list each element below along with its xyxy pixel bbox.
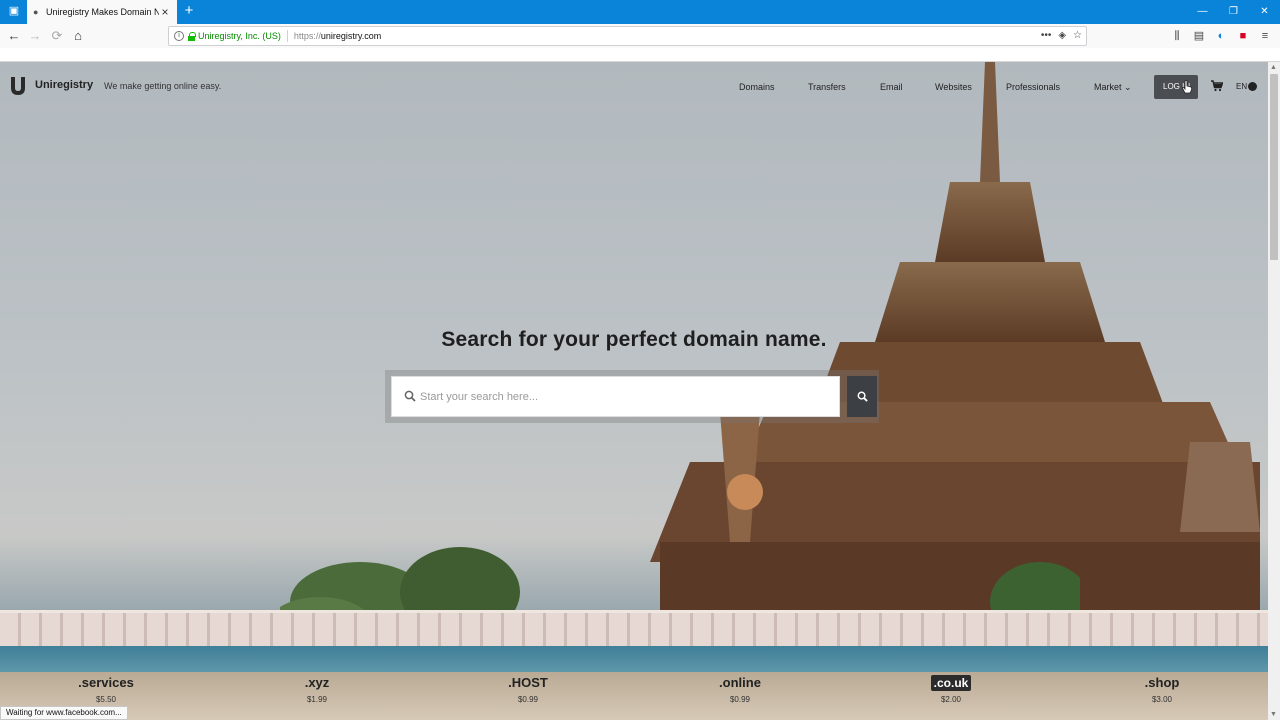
page-scrollbar[interactable]: ▲ ▼ <box>1268 62 1280 720</box>
scrollbar-thumb[interactable] <box>1270 74 1278 260</box>
sidebar-icon[interactable]: ▤ <box>1192 28 1206 44</box>
nav-professionals[interactable]: Professionals <box>1006 82 1060 92</box>
tld-shop[interactable]: .shop $3.00 <box>1107 674 1217 704</box>
tld-price: $3.00 <box>1151 695 1173 704</box>
nav-market[interactable]: Market ⌄ <box>1094 82 1132 93</box>
tab-title: Uniregistry Makes Domain Na <box>46 7 159 17</box>
lock-icon[interactable] <box>188 31 196 41</box>
browser-tab-active[interactable]: ● Uniregistry Makes Domain Na × <box>27 0 177 24</box>
nav-websites[interactable]: Websites <box>935 82 972 92</box>
url-protocol: https:// <box>293 31 321 41</box>
url-bar[interactable]: i Uniregistry, Inc. (US) https:// unireg… <box>168 26 1087 46</box>
hand-cursor-icon <box>1182 80 1193 94</box>
nav-transfers[interactable]: Transfers <box>808 82 846 92</box>
globe-icon[interactable] <box>1248 82 1257 91</box>
chevron-down-icon: ⌄ <box>1124 82 1132 92</box>
info-icon[interactable]: i <box>174 31 184 41</box>
tld-online[interactable]: .online $0.99 <box>685 674 795 704</box>
site-identity[interactable]: Uniregistry, Inc. (US) <box>198 31 281 41</box>
reload-icon[interactable]: ⟳ <box>49 28 65 44</box>
page-actions-icon[interactable]: ••• <box>1041 30 1052 41</box>
window-controls: — ❐ ✕ <box>1187 0 1280 24</box>
tld-name: .HOST <box>508 675 548 690</box>
browser-nav-bar: ← → ⟳ ⌂ i Uniregistry, Inc. (US) https:/… <box>0 24 1280 48</box>
tld-price: $1.99 <box>306 695 328 704</box>
minimize-icon[interactable]: — <box>1187 0 1218 24</box>
loading-icon: ● <box>33 7 39 17</box>
browser-tab-bar: ▣ ● Uniregistry Makes Domain Na × + — ❐ … <box>0 0 1280 24</box>
scroll-up-icon[interactable]: ▲ <box>1270 64 1277 71</box>
home-icon[interactable]: ⌂ <box>70 28 86 44</box>
nav-email[interactable]: Email <box>880 82 903 92</box>
uniregistry-logo-icon[interactable] <box>10 77 26 95</box>
pocket-icon[interactable]: ◈ <box>1058 30 1066 41</box>
tld-host[interactable]: .HOST $0.99 <box>473 674 583 704</box>
url-bar-actions: ••• ◈ ☆ <box>1041 30 1082 41</box>
close-window-icon[interactable]: ✕ <box>1249 0 1280 24</box>
addon-badge-icon[interactable]: ■ <box>1236 28 1250 44</box>
search-button-icon <box>857 391 868 402</box>
tld-co-uk[interactable]: .co.uk $2.00 <box>896 674 1006 704</box>
tld-name: .shop <box>1144 675 1180 690</box>
page-viewport: Uniregistry We make getting online easy.… <box>0 62 1268 720</box>
nav-market-label: Market <box>1094 82 1122 92</box>
browser-toolbar-right: ⫼ ▤ ◐ ■ ≡ <box>1170 28 1272 44</box>
shopping-cart-icon[interactable] <box>1211 80 1223 92</box>
shore-background <box>0 672 1268 720</box>
stone-wall-background <box>0 610 1268 646</box>
site-header: Uniregistry We make getting online easy.… <box>0 62 1268 112</box>
new-tab-button[interactable]: + <box>182 2 196 20</box>
browser-status-bar: Waiting for www.facebook.com... <box>0 706 128 720</box>
url-separator <box>286 30 288 42</box>
tld-price: $2.00 <box>940 695 962 704</box>
firefox-window-icon[interactable]: ▣ <box>8 5 20 17</box>
search-field-box[interactable] <box>391 376 840 417</box>
tld-name: .online <box>719 675 761 690</box>
scroll-down-icon[interactable]: ▼ <box>1270 711 1277 718</box>
bookmarks-strip <box>0 48 1280 62</box>
forward-arrow-icon[interactable]: → <box>27 28 43 44</box>
extension-icon[interactable]: ◐ <box>1214 28 1228 44</box>
tld-name: .co.uk <box>896 674 1006 692</box>
tab-close-icon[interactable]: × <box>159 5 171 19</box>
library-icon[interactable]: ⫼ <box>1170 28 1184 44</box>
bookmark-star-icon[interactable]: ☆ <box>1073 30 1082 41</box>
url-host: uniregistry.com <box>320 31 382 41</box>
tld-price: $0.99 <box>729 695 751 704</box>
site-logo-text[interactable]: Uniregistry <box>35 79 93 91</box>
site-tagline: We make getting online easy. <box>104 81 222 91</box>
hero-title: Search for your perfect domain name. <box>441 328 827 351</box>
language-selector[interactable]: EN <box>1236 82 1247 91</box>
hamburger-menu-icon[interactable]: ≡ <box>1258 28 1272 44</box>
tld-price: $0.99 <box>517 695 539 704</box>
domain-search-form <box>385 370 879 423</box>
nav-domains[interactable]: Domains <box>739 82 775 92</box>
search-icon <box>404 390 416 402</box>
search-button[interactable] <box>847 376 877 417</box>
tld-price: $5.50 <box>95 695 117 704</box>
restore-icon[interactable]: ❐ <box>1218 0 1249 24</box>
tld-services[interactable]: .services $5.50 <box>51 674 161 704</box>
domain-search-input[interactable] <box>420 377 830 416</box>
tld-name: .services <box>78 675 134 690</box>
back-arrow-icon[interactable]: ← <box>6 28 22 44</box>
tld-xyz[interactable]: .xyz $1.99 <box>262 674 372 704</box>
tld-name: .xyz <box>304 675 330 690</box>
tld-co-uk-label: .co.uk <box>930 675 972 691</box>
